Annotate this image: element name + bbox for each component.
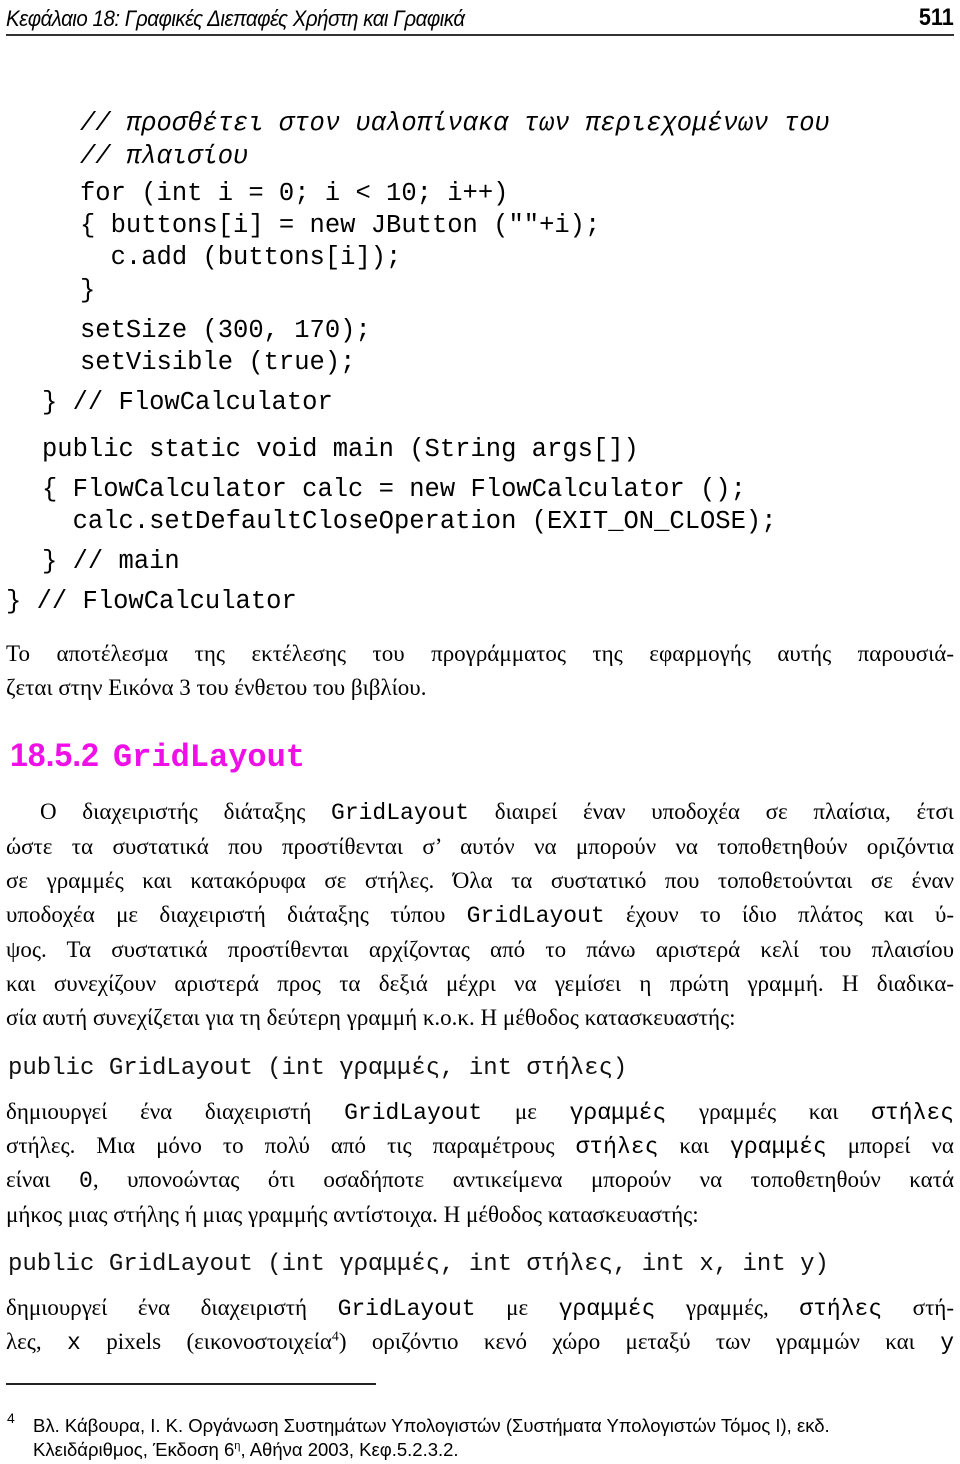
- footnote-divider: [6, 1383, 376, 1385]
- chapter-title: Κεφάλαιο 18: Γραφικές Διεπαφές Χρήστη κα…: [6, 6, 465, 31]
- inline-code: GridLayout: [337, 1296, 476, 1322]
- footnote-line: Βλ. Κάβουρα, Ι. Κ. Οργάνωση Συστημάτων Υ…: [33, 1415, 830, 1436]
- paragraph-line: είναι 0, υπονοώντας ότι οσαδήποτε αντικε…: [6, 1167, 954, 1194]
- page-number: 511: [919, 4, 954, 31]
- paragraph-line: δημιουργεί ένα διαχειριστή GridLayout με…: [6, 1295, 954, 1322]
- paragraph-line: ώστε τα συστατικά που προστίθενται σ’ αυ…: [6, 834, 954, 859]
- paragraph-line: δημιουργεί ένα διαχειριστή GridLayout με…: [6, 1099, 954, 1126]
- paragraph-line: Το αποτέλεσμα της εκτέλεσης του προγράμμ…: [6, 641, 954, 666]
- inline-code: GridLayout: [344, 1100, 483, 1126]
- page-header: Κεφάλαιο 18: Γραφικές Διεπαφές Χρήστη κα…: [6, 4, 954, 36]
- paragraph-line: μήκος μιας στήλης ή μιας γραμμής αντίστο…: [6, 1202, 699, 1227]
- code-line: } // FlowCalculator: [6, 587, 297, 616]
- inline-code: GridLayout: [331, 800, 470, 826]
- inline-code: γραμμές: [569, 1100, 667, 1126]
- code-line: c.add (buttons[i]);: [80, 243, 402, 272]
- section-heading: 18.5.2 GridLayout: [10, 737, 305, 776]
- paragraph-line: και συνεχίζουν αριστερά προς τα δεξιά μέ…: [6, 971, 954, 996]
- code-line: public static void main (String args[]): [42, 435, 639, 464]
- inline-code: y: [940, 1330, 954, 1356]
- inline-code: γραμμές: [730, 1134, 827, 1160]
- inline-code: στήλες: [799, 1296, 883, 1322]
- code-line: for (int i = 0; i < 10; i++): [80, 179, 509, 208]
- footnote-marker: 4: [7, 1410, 15, 1426]
- inline-code: x: [67, 1330, 81, 1356]
- inline-code: 0: [79, 1168, 93, 1194]
- paragraph-line: λες, x pixels (εικονοστοιχεία4) οριζόντι…: [6, 1328, 954, 1356]
- section-title: GridLayout: [112, 739, 305, 776]
- code-line: // πλαισίου: [80, 142, 249, 171]
- constructor-signature: public GridLayout (int γραμμές, int στήλ…: [8, 1251, 829, 1278]
- constructor-signature: public GridLayout (int γραμμές, int στήλ…: [8, 1055, 628, 1082]
- inline-code: στήλες: [575, 1134, 659, 1160]
- paragraph-line: σε γραμμές και κατακόρυφα σε στήλες. Όλα…: [6, 868, 954, 893]
- code-line: setVisible (true);: [80, 348, 356, 377]
- code-line: { buttons[i] = new JButton (""+i);: [80, 211, 601, 240]
- code-line: } // FlowCalculator: [42, 388, 333, 417]
- paragraph-line: Ο διαχειριστής διάταξης GridLayout διαιρ…: [40, 799, 954, 826]
- code-line: setSize (300, 170);: [80, 316, 371, 345]
- code-line: calc.setDefaultCloseOperation (EXIT_ON_C…: [42, 507, 777, 536]
- inline-code: στήλες: [871, 1100, 954, 1126]
- section-number: 18.5.2: [10, 737, 99, 773]
- inline-code: GridLayout: [466, 903, 605, 929]
- code-line: }: [80, 276, 96, 305]
- inline-code: γραμμές: [558, 1296, 656, 1322]
- paragraph-line: στήλες. Μια μόνο το πολύ από τις παραμέτ…: [6, 1133, 954, 1160]
- code-line: } // main: [42, 547, 180, 576]
- paragraph-line: υποδοχέα με διαχειριστή διάταξης τύπου G…: [6, 902, 954, 929]
- code-line: // προσθέτει στον υαλοπίνακα των περιεχο…: [80, 109, 830, 138]
- footnote-reference[interactable]: 4: [332, 1328, 339, 1343]
- code-line: { FlowCalculator calc = new FlowCalculat…: [42, 475, 746, 504]
- paragraph-line: ζεται στην Εικόνα 3 του ένθετου του βιβλ…: [6, 675, 427, 700]
- paragraph-line: σία αυτή συνεχίζεται για τη δεύτερη γραμ…: [6, 1005, 736, 1030]
- paragraph-line: ψος. Τα συστατικά προστίθενται αρχίζοντα…: [6, 937, 954, 962]
- footnote-line: Κλειδάριθμος, Έκδοση 6η, Αθήνα 2003, Κεφ…: [33, 1439, 459, 1460]
